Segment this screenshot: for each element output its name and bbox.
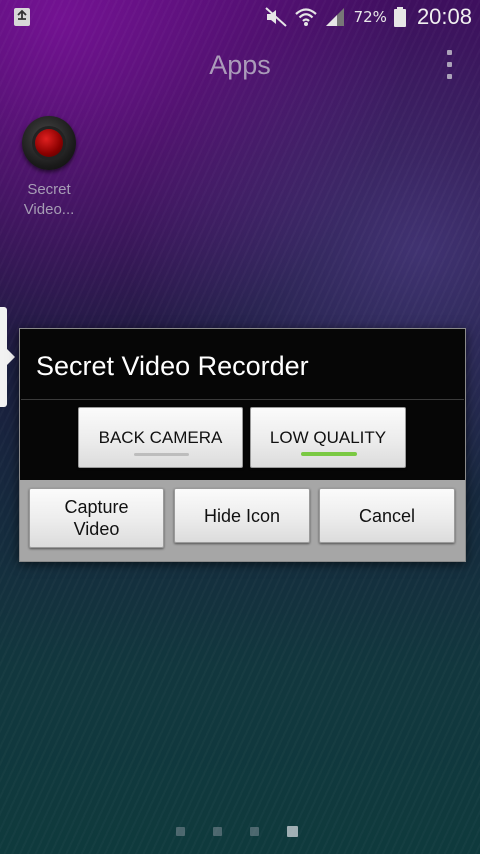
app-label: Secret Video... [14, 180, 84, 220]
page-dot[interactable] [176, 826, 185, 836]
toggle-indicator-off [134, 453, 189, 456]
battery-percent: 72% [353, 8, 387, 26]
back-camera-label: BACK CAMERA [98, 427, 223, 447]
recycle-notification-icon [12, 6, 32, 28]
app-shortcut-secret-video[interactable]: Secret Video... [14, 116, 84, 220]
cancel-label: Cancel [358, 505, 416, 526]
page-indicator [176, 825, 298, 837]
page-title: Apps [209, 50, 271, 80]
edge-panel-handle[interactable] [0, 307, 15, 407]
dialog-title: Secret Video Recorder [36, 351, 309, 381]
page-dot[interactable] [287, 825, 298, 837]
page-dot[interactable] [213, 826, 222, 836]
overflow-menu-icon[interactable] [444, 50, 454, 84]
wifi-icon [294, 6, 318, 28]
dialog-divider [21, 399, 464, 400]
capture-label-line2: Video [73, 519, 120, 539]
mute-icon [264, 6, 288, 28]
capture-video-button[interactable]: Capture Video [29, 488, 164, 548]
status-bar: 72% 20:08 [0, 0, 480, 34]
clock: 20:08 [416, 4, 472, 29]
capture-label-line1: Capture [64, 497, 129, 517]
back-camera-toggle[interactable]: BACK CAMERA [78, 407, 243, 468]
low-quality-label: LOW QUALITY [269, 427, 387, 447]
app-label-line1: Secret [27, 181, 71, 198]
hide-icon-button[interactable]: Hide Icon [174, 488, 310, 543]
app-label-line2: Video... [23, 201, 75, 218]
low-quality-toggle[interactable]: LOW QUALITY [250, 407, 406, 468]
signal-icon [324, 6, 348, 28]
record-icon [22, 116, 76, 170]
battery-icon [393, 6, 407, 28]
cancel-button[interactable]: Cancel [319, 488, 455, 543]
hide-icon-label: Hide Icon [203, 505, 281, 526]
page-dot[interactable] [250, 826, 259, 836]
dialog: Secret Video Recorder BACK CAMERA LOW QU… [19, 328, 466, 562]
toggle-indicator-on [301, 452, 357, 456]
